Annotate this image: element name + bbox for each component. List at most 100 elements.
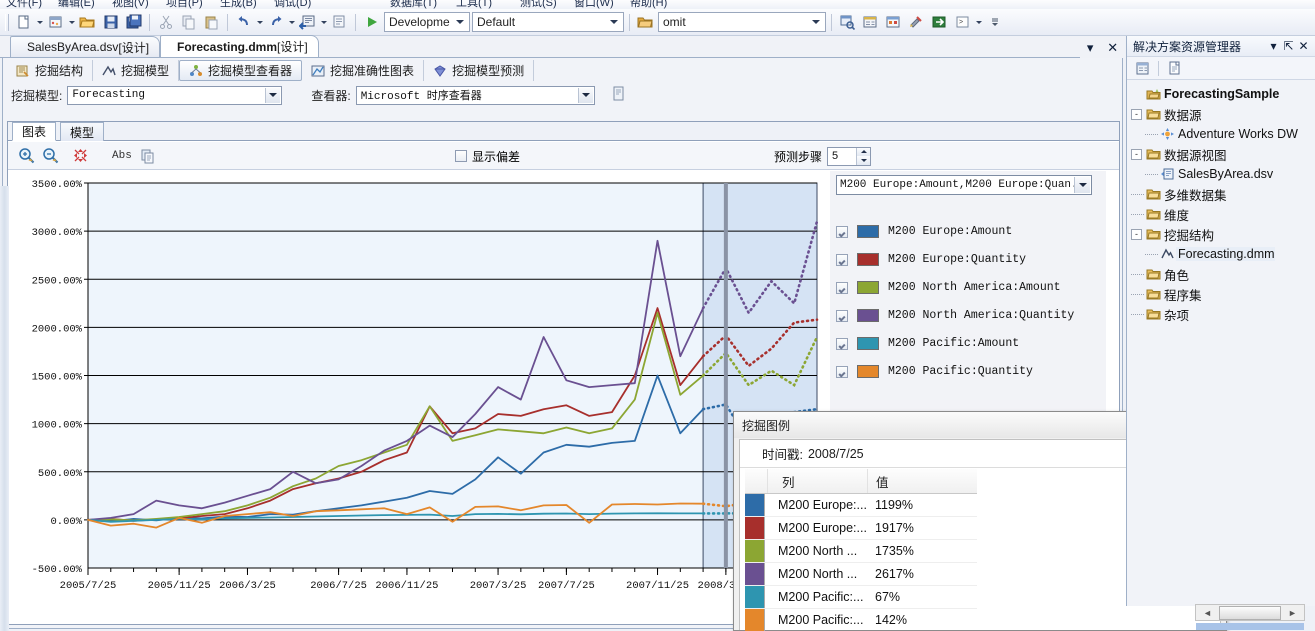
solution-explorer-toolbar[interactable] — [1127, 57, 1315, 80]
immediate-window-icon[interactable] — [929, 12, 950, 33]
menu-item-view[interactable]: 视图(V) — [112, 0, 149, 9]
show-all-files-icon[interactable] — [1164, 59, 1185, 78]
legend-checkbox[interactable] — [836, 365, 848, 378]
toolbar-overflow-icon[interactable] — [984, 12, 1005, 33]
tab-accuracy-chart[interactable]: 挖掘准确性图表 — [302, 60, 425, 81]
navigate-icon[interactable] — [297, 12, 318, 33]
command-window-dropdown-icon[interactable] — [974, 12, 983, 33]
toolbar-grip[interactable] — [5, 13, 9, 31]
copy-chart-icon[interactable] — [136, 145, 160, 167]
table-row[interactable]: M200 Europe:... 1917% — [745, 517, 977, 540]
chevron-down-icon[interactable] — [452, 13, 467, 31]
legend-item-0[interactable]: M200 Europe:Amount — [836, 223, 1012, 240]
legend-item-1[interactable]: M200 Europe:Quantity — [836, 251, 1026, 268]
legend-checkbox[interactable] — [836, 225, 848, 238]
tree-node-[interactable]: 多维数据集 — [1131, 184, 1315, 204]
tree-node-[interactable]: 杂项 — [1131, 304, 1315, 324]
close-icon[interactable]: ✕ — [1107, 41, 1118, 54]
properties-icon[interactable] — [1132, 59, 1153, 78]
redo-dropdown-icon[interactable] — [287, 12, 296, 33]
stepper-down-icon[interactable] — [857, 156, 870, 165]
tree-node-forecasting-dmm[interactable]: Forecasting.dmm — [1131, 244, 1315, 264]
tree-node-[interactable]: - 数据源视图 — [1131, 144, 1315, 164]
paste-icon[interactable] — [201, 12, 222, 33]
new-file-icon[interactable] — [13, 12, 34, 33]
table-row[interactable]: M200 Pacific:... 67% — [745, 586, 977, 609]
save-all-icon[interactable] — [123, 12, 144, 33]
close-icon[interactable]: ✕ — [1296, 39, 1311, 53]
prediction-steps-stepper[interactable]: 5 — [827, 146, 871, 166]
find-input[interactable]: omit — [658, 12, 826, 32]
menu-item-project[interactable]: 项目(P) — [166, 0, 203, 9]
menu-item-file[interactable]: 文件(F) — [6, 0, 42, 9]
zoom-in-icon[interactable] — [14, 145, 38, 167]
add-item-dropdown-icon[interactable] — [67, 12, 76, 33]
navigate-dropdown-icon[interactable] — [319, 12, 328, 33]
add-item-icon[interactable] — [45, 12, 66, 33]
tree-node-[interactable]: 程序集 — [1131, 284, 1315, 304]
list-icon[interactable] — [329, 12, 350, 33]
table-row[interactable]: M200 North ... 1735% — [745, 540, 977, 563]
command-window-icon[interactable]: > — [952, 12, 973, 33]
find-icon[interactable] — [635, 12, 656, 33]
table-row[interactable]: M200 Pacific:... 142% — [745, 609, 977, 631]
show-deviations-checkbox[interactable] — [455, 150, 467, 162]
stepper-buttons[interactable] — [856, 147, 870, 165]
redo-icon[interactable] — [265, 12, 286, 33]
tab-model[interactable]: 模型 — [60, 122, 105, 141]
tree-node-[interactable]: - 数据源 — [1131, 104, 1315, 124]
menu-item-tools[interactable]: 工具(T) — [456, 0, 492, 9]
standard-toolbar[interactable]: Developme Default omit > — [0, 9, 1315, 36]
time-series-plot[interactable]: 0.00% 500.00% 1000.00% 1500.00% 2000.00% 2500… — [22, 171, 846, 608]
tree-node-adventure-works-dw[interactable]: Adventure Works DW — [1131, 124, 1315, 144]
scroll-right-icon[interactable]: ► — [1281, 608, 1304, 618]
object-browser-icon[interactable] — [906, 12, 927, 33]
viewer-combo[interactable]: Microsoft 时序查看器 — [355, 85, 595, 105]
document-tab-salesbyarea[interactable]: SalesByArea.dsv [设计] — [10, 36, 161, 57]
table-row[interactable]: M200 Europe:... 1199% — [745, 494, 977, 517]
designer-view-tabs[interactable]: 挖掘结构 挖掘模型 挖掘模型查看器 挖掘准确性图表 挖掘模型预测 — [3, 58, 1122, 82]
chevron-down-icon[interactable] — [808, 13, 823, 31]
prediction-steps-control[interactable]: 预测步骤 5 — [774, 142, 871, 170]
legend-checkbox[interactable] — [836, 253, 848, 266]
document-tab-forecasting[interactable]: Forecasting.dmm [设计] — [160, 35, 319, 57]
fit-to-window-icon[interactable] — [68, 145, 92, 167]
solution-explorer-title-bar[interactable]: 解决方案资源管理器 ▾ ⇱ ✕ — [1127, 36, 1315, 57]
save-icon[interactable] — [100, 12, 121, 33]
tab-mining-model[interactable]: 挖掘模型 — [93, 60, 180, 81]
stepper-up-icon[interactable] — [857, 147, 870, 156]
table-row[interactable]: M200 North ... 2617% — [745, 563, 977, 586]
tree-node-root[interactable]: ForecastingSample — [1131, 84, 1315, 104]
document-tab-strip[interactable]: SalesByArea.dsv [设计] Forecasting.dmm [设计… — [0, 35, 1125, 58]
tab-mining-prediction[interactable]: 挖掘模型预测 — [424, 60, 535, 81]
document-tab-controls[interactable]: ▾ ✕ — [1080, 36, 1125, 58]
scroll-left-icon[interactable]: ◄ — [1196, 608, 1219, 618]
solution-configuration-combo[interactable]: Developme — [384, 12, 470, 32]
tree-node-[interactable]: - 挖掘结构 — [1131, 224, 1315, 244]
tab-mining-structure[interactable]: 挖掘结构 — [7, 60, 94, 81]
designer-vertical-scrollbar[interactable] — [0, 186, 9, 631]
solution-platform-combo[interactable]: Default — [472, 12, 624, 32]
menu-item-database[interactable]: 数据库(T) — [390, 0, 437, 9]
show-deviations-control[interactable]: 显示偏差 — [455, 142, 520, 170]
solution-explorer-icon[interactable] — [837, 12, 858, 33]
scrollbar-thumb[interactable] — [1219, 605, 1281, 620]
tree-node-salesbyarea-dsv[interactable]: SalesByArea.dsv — [1131, 164, 1315, 184]
properties-window-icon[interactable] — [860, 12, 881, 33]
legend-item-2[interactable]: M200 North America:Amount — [836, 279, 1061, 296]
tree-node-[interactable]: 角色 — [1131, 264, 1315, 284]
undo-icon[interactable] — [233, 12, 254, 33]
solution-tree[interactable]: ForecastingSample - 数据源 Adventure Works DW… — [1127, 80, 1315, 324]
start-debug-icon[interactable] — [361, 12, 382, 33]
zoom-out-icon[interactable] — [38, 145, 62, 167]
tree-expander-icon[interactable]: - — [1131, 228, 1142, 240]
menu-item-help[interactable]: 帮助(H) — [630, 0, 667, 9]
chart-toolbar[interactable]: Abs 显示偏差 预测步骤 5 — [8, 142, 1119, 170]
legend-checkbox[interactable] — [836, 337, 848, 350]
legend-checkbox[interactable] — [836, 309, 848, 322]
legend-item-3[interactable]: M200 North America:Quantity — [836, 307, 1074, 324]
menu-item-edit[interactable]: 编辑(E) — [58, 0, 95, 9]
undo-dropdown-icon[interactable] — [255, 12, 264, 33]
chevron-down-icon[interactable] — [606, 13, 621, 31]
toolbox-icon[interactable] — [883, 12, 904, 33]
